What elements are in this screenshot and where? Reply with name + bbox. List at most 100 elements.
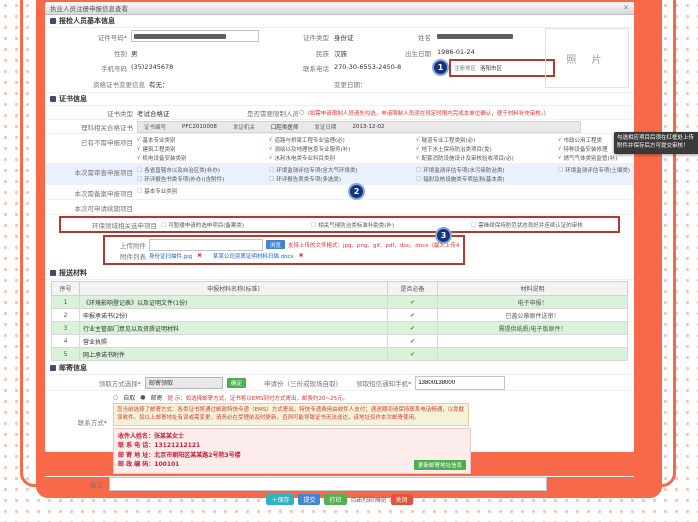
radio-mail-label[interactable]: 邮寄: [151, 393, 163, 402]
checkbox-item[interactable]: √隧道专业工程类别(必): [416, 136, 558, 144]
recipient-line: 联 系 电 话：13121212121: [118, 441, 466, 451]
checkbox-item[interactable]: □各省直辖市以及自治区类(补办): [137, 166, 269, 174]
name-label: 姓名: [385, 32, 431, 42]
step-3-badge: 3: [435, 227, 452, 244]
photo-placeholder: 照 片: [545, 28, 629, 88]
checkbox-item[interactable]: □需继续保持防范状态良好并连续认证的审核: [471, 221, 583, 229]
recipient-line: 邮 寄 地 址：北京市朝阳区某某路2号院3号楼: [118, 451, 466, 461]
checkbox-item[interactable]: √燃气气体类别监管(补): [558, 154, 638, 162]
checkbox-item-label: 测绘以及地理信息专业服务(补): [275, 145, 351, 153]
print-button[interactable]: 打印: [324, 494, 346, 505]
col-header: 序号: [52, 282, 80, 296]
checkbox-icon: √: [269, 155, 273, 161]
group-line: √机电设备安装类别√水利水电类专业科目类别√配套消防设施设计及审核验收项目(必)…: [137, 153, 630, 162]
material-name[interactable]: 《环境影响登记表》以及证明文件(1份): [80, 296, 388, 309]
submit-button[interactable]: 提交: [298, 494, 320, 505]
checkbox-item[interactable]: √建筑工程类别: [137, 145, 269, 153]
checkbox-item-label: 燃气气体类别监管(补): [564, 154, 618, 162]
checkbox-item-label: 相关气候防治类标准补助类(补): [318, 221, 394, 229]
checkbox-item[interactable]: √配套消防设施设计及审核验收项目(必): [416, 154, 558, 162]
row-number: 2: [52, 309, 80, 322]
table-row: 2申报承诺书(2份)✔已盖公章原件送审！: [52, 309, 628, 322]
checkbox-icon: □: [311, 222, 316, 228]
checkbox-item-label: 基本专业类别: [144, 187, 177, 195]
list-icon: [50, 270, 56, 276]
checkbox-item-label: 隧道专业工程类别(必): [422, 136, 476, 144]
hint-tooltip: 勾选相应项目后须在红框处上传附件并保存后方可提交审核！: [614, 132, 698, 154]
cert-exam-row: 理科相关合格证书 证书编号 PFC2010008 发证机关 口腔类医师 发证日期…: [45, 120, 634, 134]
group-line: □各省直辖市以及自治区类(补办)□环境监测评估专项(含大气环境类)□环境监测评估…: [137, 165, 630, 174]
cert-groups: 已有不需申报项目√基本专业类别√道路与桥梁工程专业监理(必)√隧道专业工程类别(…: [45, 134, 634, 215]
checkbox-item[interactable]: √测绘以及地理信息专业服务(补): [269, 145, 416, 153]
group-items: √基本专业类别√道路与桥梁工程专业监理(必)√隧道专业工程类别(必)√市政公用工…: [137, 135, 630, 162]
col-header: 材料说明: [438, 282, 628, 296]
gender-value: 男: [131, 48, 138, 58]
cert-group-2: 本次需备案申报项目□基本专业类别: [45, 185, 634, 200]
delete-attachment-icon[interactable]: ✖: [197, 253, 202, 259]
browse-button[interactable]: 浏览: [266, 240, 285, 249]
mobile-value: (35)2345678: [131, 63, 173, 71]
checkbox-item[interactable]: □环境监测评估专项(水污染防治类): [416, 166, 558, 174]
select-project-box: 环保领域相关选申项目 □可暂缓申请的选申项目(备案类)□相关气候防治类标准补助类…: [59, 216, 620, 233]
remark-label: 备注: [49, 479, 103, 489]
save-button[interactable]: ＋保存: [266, 494, 294, 505]
attachment-link[interactable]: 某某公司资质证明材料扫描.docx: [213, 252, 294, 260]
certificate-icon: [50, 96, 56, 102]
checkbox-item-label: 配套消防设施设计及审核验收项目(必): [422, 154, 514, 162]
checkbox-item[interactable]: √机电设备安装类别: [137, 154, 269, 162]
sms-phone-input[interactable]: [415, 376, 505, 390]
checkbox-item-label: 各省直辖市以及自治区类(补办): [144, 166, 220, 174]
group-line: √建筑工程类别√测绘以及地理信息专业服务(补)√地下水土保持防治类项目(免)√特…: [137, 144, 630, 153]
region-label: 注册地区: [454, 64, 476, 72]
row-number: 5: [52, 348, 80, 361]
delivery-method-row: 领取方式选择* 邮寄领取 确定 申请份 (三份或现场自取) 领取短信通知手机*: [45, 375, 634, 391]
checkbox-item[interactable]: √水利水电类专业科目类别: [269, 154, 416, 162]
checkbox-item[interactable]: □环境监测评估专项(含大气环境类): [269, 166, 416, 174]
close-button[interactable]: 关闭: [391, 494, 413, 505]
cert-group-0: 已有不需申报项目√基本专业类别√道路与桥梁工程专业监理(必)√隧道专业工程类别(…: [45, 134, 634, 164]
delivery-notice-box: 您当前选择了邮寄方式：各类证书将通过邮政特快专递（EMS）方式寄出，特快专递费用…: [113, 403, 469, 426]
id-number-input[interactable]: [131, 30, 259, 42]
ethnic-label: 民族: [263, 48, 329, 58]
checkbox-item[interactable]: □辐射及核设施类专项监测(基本类): [416, 175, 558, 183]
material-name[interactable]: 营业执照: [80, 335, 388, 348]
radio-on-icon[interactable]: ●: [140, 394, 145, 401]
checkbox-item-label: 环评报告表类专项(多选类): [276, 175, 341, 183]
row-number: 3: [52, 322, 80, 335]
confirm-button[interactable]: 确定: [227, 378, 246, 388]
checkbox-item[interactable]: □环评报告书类专项(补办)(含附件): [137, 175, 269, 183]
update-address-button[interactable]: 更新邮寄地址信息: [414, 460, 466, 470]
remark-input[interactable]: [109, 477, 547, 491]
checkbox-item[interactable]: √道路与桥梁工程专业监理(必): [269, 136, 416, 144]
material-name[interactable]: 申报承诺书(2份): [80, 309, 388, 322]
materials-table: 序号 申报材料名称(标准) 是否必备 材料说明 1《环境影响登记表》以及证明文件…: [51, 281, 628, 361]
attachment-list-label: 附件列表: [108, 251, 146, 261]
method-select[interactable]: 邮寄领取: [145, 377, 223, 389]
material-name[interactable]: 网上承诺书附件: [80, 348, 388, 361]
delete-attachment-icon[interactable]: ✖: [299, 253, 304, 259]
attachment-link[interactable]: 身份证扫描件.jpg: [149, 252, 192, 260]
mail-icon: [50, 365, 56, 371]
checkbox-icon: √: [416, 137, 420, 143]
upload-file-input[interactable]: [149, 239, 263, 251]
window-title: 执业人员注册申报信息查看: [50, 3, 128, 13]
issuer-label: 发证机关: [233, 123, 255, 131]
radio-off-icon[interactable]: ○: [113, 394, 118, 401]
checkbox-item[interactable]: □环评报告表类专项(多选类): [269, 175, 416, 183]
checkbox-item[interactable]: □基本专业类别: [137, 187, 269, 195]
cert-type-label: 证书类型: [49, 108, 137, 118]
checkbox-item[interactable]: √地下水土保持防治类项目(免): [416, 145, 558, 153]
material-name[interactable]: 行业主管部门意见以及资质证明材料: [80, 322, 388, 335]
footer-toolbar: ＋保存 提交 打印 点击打印预览 关闭: [45, 492, 634, 508]
checkbox-item-label: 环评报告书类专项(补办)(含附件): [144, 175, 224, 183]
checkbox-item[interactable]: √基本专业类别: [137, 136, 269, 144]
radio-self-label[interactable]: 自取: [123, 393, 135, 402]
checkbox-item[interactable]: □可暂缓申请的选申项目(备案类): [161, 221, 311, 229]
checkbox-item[interactable]: □环境监测评估专项(土壤类): [558, 166, 638, 174]
checkbox-icon: √: [416, 146, 420, 152]
close-icon[interactable]: ✕: [623, 4, 629, 12]
section-delivery-header: 邮寄信息: [45, 362, 634, 375]
issuer-value: 口腔类医师: [271, 123, 299, 131]
checkbox-item-label: 地下水土保持防治类项目(免): [422, 145, 492, 153]
cert-no-label: 证书编号: [144, 123, 166, 131]
